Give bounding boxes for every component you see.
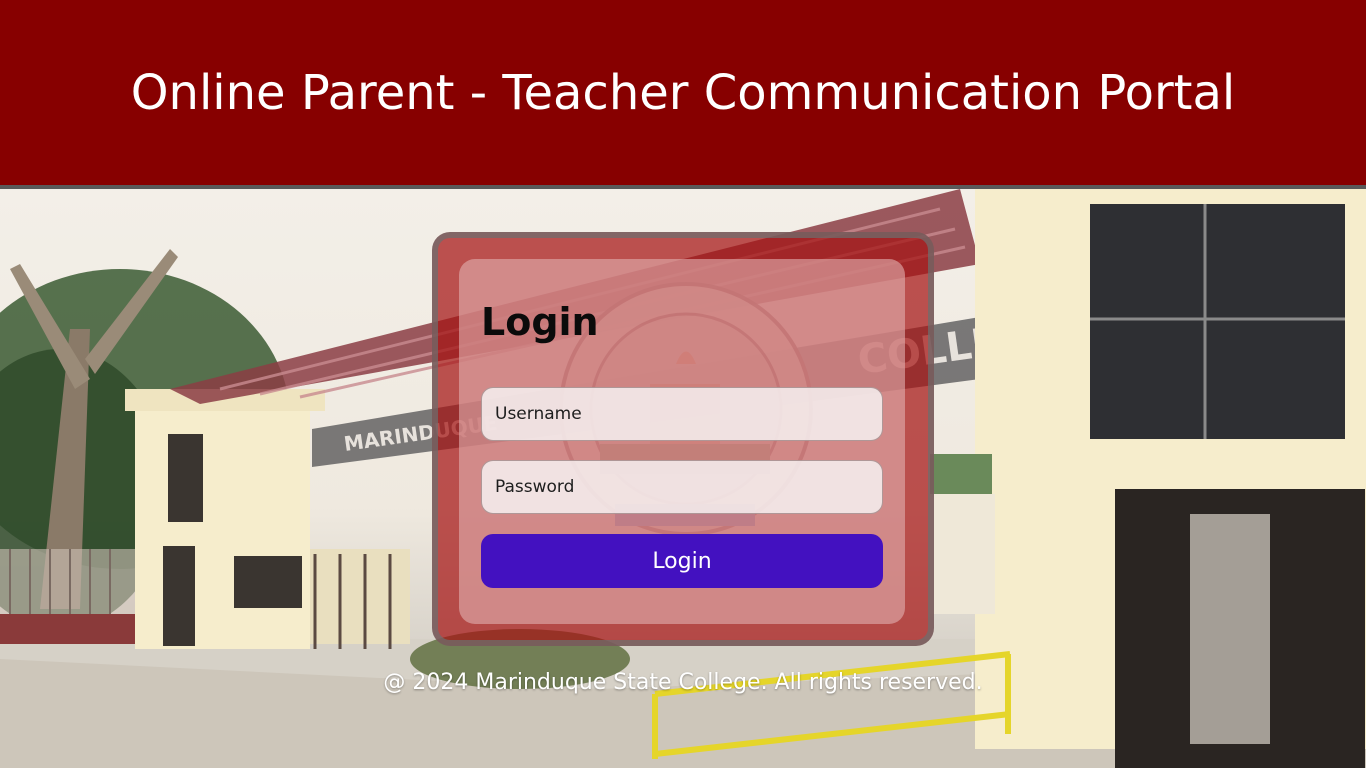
page-title: Online Parent - Teacher Communication Po… xyxy=(130,64,1236,121)
site-header: Online Parent - Teacher Communication Po… xyxy=(0,0,1366,185)
username-input[interactable] xyxy=(481,387,883,441)
footer-copyright: @ 2024 Marinduque State College. All rig… xyxy=(383,670,983,695)
password-input[interactable] xyxy=(481,460,883,514)
login-button[interactable]: Login xyxy=(481,534,883,588)
login-heading: Login xyxy=(481,300,599,344)
header-divider xyxy=(0,185,1366,189)
login-page: MARINDUQUE COLLEGE Online Parent - Teach… xyxy=(0,0,1366,768)
